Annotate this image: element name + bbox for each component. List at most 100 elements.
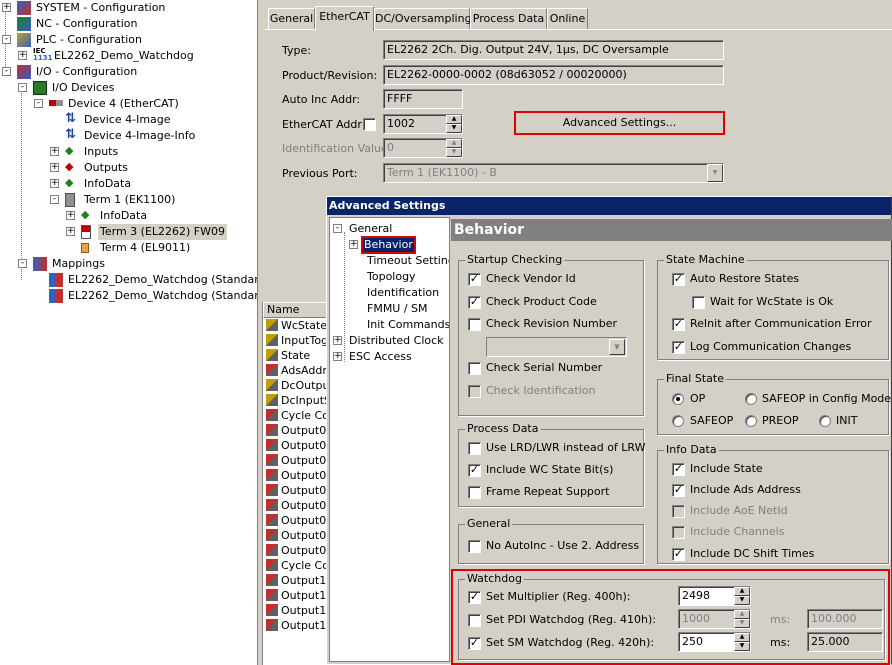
set-sm-checkbox[interactable]: ✓: [468, 637, 481, 650]
variable-list[interactable]: Name WcState InputTog State AdsAddr DcOutpu D…: [262, 302, 328, 665]
include-ads-checkbox[interactable]: ✓: [672, 484, 685, 497]
autoinc-field: FFFF: [383, 89, 463, 109]
variable-row[interactable]: Output0: [263, 513, 328, 528]
variable-name: Output0: [281, 439, 327, 452]
terminal-output-icon: [81, 225, 91, 239]
safeop-config-radio[interactable]: [745, 393, 757, 405]
tree-node-topology[interactable]: Topology: [367, 269, 416, 285]
variable-row[interactable]: Output1: [263, 603, 328, 618]
sm-input[interactable]: 250 ▲ ▼: [678, 632, 751, 652]
variable-name: Output0: [281, 484, 327, 497]
variable-row[interactable]: State: [263, 348, 328, 363]
variable-row[interactable]: Output0: [263, 498, 328, 513]
variable-row[interactable]: Output1: [263, 588, 328, 603]
system-icon: [17, 1, 31, 15]
variable-icon: [266, 499, 278, 511]
variable-row[interactable]: Output1: [263, 618, 328, 633]
check-vendor-checkbox[interactable]: ✓: [468, 273, 481, 286]
ethercat-device-icon: [49, 100, 63, 106]
ethercat-addr-checkbox[interactable]: [363, 118, 376, 131]
multiplier-spinner[interactable]: ▲ ▼: [734, 587, 750, 605]
final-state-group: Final State OP SAFEOP in Config Mode SAF…: [657, 372, 891, 435]
variable-row[interactable]: Output0: [263, 468, 328, 483]
tree-node-identification[interactable]: Identification: [367, 285, 439, 301]
tree-node-fmmu[interactable]: FMMU / SM: [367, 301, 428, 317]
tab-process-data[interactable]: Process Data: [470, 8, 547, 30]
startup-checking-group: Startup Checking ✓ Check Vendor Id ✓ Check…: [458, 253, 644, 416]
tab-ethercat[interactable]: EtherCAT: [315, 6, 374, 31]
use-lrd-checkbox[interactable]: [468, 442, 481, 455]
variable-row[interactable]: DcInputS: [263, 393, 328, 408]
variable-row[interactable]: Output0: [263, 423, 328, 438]
ethercat-addr-field[interactable]: 1002 ▲ ▼: [383, 114, 463, 134]
variable-icon: [266, 559, 278, 571]
include-ads-label: Include Ads Address: [690, 483, 801, 496]
addr-spinner[interactable]: ▲ ▼: [446, 115, 462, 133]
set-pdi-checkbox[interactable]: [468, 614, 481, 627]
multiplier-input[interactable]: 2498 ▲ ▼: [678, 586, 751, 606]
include-state-checkbox[interactable]: ✓: [672, 463, 685, 476]
pdi-input: 1000 ▲ ▼: [678, 609, 751, 629]
dialog-title: Advanced Settings: [327, 197, 891, 215]
use-lrd-label: Use LRD/LWR instead of LRW: [486, 441, 646, 454]
no-autoinc-checkbox[interactable]: [468, 540, 481, 553]
check-ident-checkbox: [468, 385, 481, 398]
variable-row[interactable]: AdsAddr: [263, 363, 328, 378]
wait-wcstate-checkbox[interactable]: [692, 296, 705, 309]
variable-icon: [266, 379, 278, 391]
revision-select: ▼: [486, 337, 627, 357]
variable-name: Output0: [281, 544, 327, 557]
set-multiplier-checkbox[interactable]: ✓: [468, 591, 481, 604]
ethercat-tab-page: Type: EL2262 2Ch. Dig. Output 24V, 1µs, …: [265, 29, 892, 204]
log-changes-checkbox[interactable]: ✓: [672, 341, 685, 354]
include-dcshift-checkbox[interactable]: ✓: [672, 548, 685, 561]
dropdown-arrow-icon: ▼: [609, 339, 625, 355]
op-radio[interactable]: [672, 393, 684, 405]
autoinc-label: Auto Inc Addr:: [282, 93, 361, 106]
init-radio[interactable]: [819, 415, 831, 427]
variable-row[interactable]: Output1: [263, 573, 328, 588]
ethercat-addr-label: EtherCAT Addr:: [282, 118, 366, 131]
check-revision-checkbox[interactable]: [468, 318, 481, 331]
variable-name: InputTog: [281, 334, 328, 347]
auto-restore-checkbox[interactable]: ✓: [672, 273, 685, 286]
variable-row[interactable]: Output0: [263, 483, 328, 498]
safeop-label: SAFEOP: [690, 414, 734, 427]
variable-row[interactable]: Output0: [263, 438, 328, 453]
reinit-checkbox[interactable]: ✓: [672, 318, 685, 331]
frame-repeat-checkbox[interactable]: [468, 486, 481, 499]
tree-node-init-commands[interactable]: Init Commands: [367, 317, 449, 333]
check-ident-label: Check Identification: [486, 384, 596, 397]
tab-general[interactable]: General: [268, 8, 315, 30]
check-product-checkbox[interactable]: ✓: [468, 296, 481, 309]
ident-field: 0 ▲ ▼: [383, 138, 463, 158]
advanced-settings-button[interactable]: Advanced Settings...: [514, 111, 725, 135]
include-wc-checkbox[interactable]: ✓: [468, 464, 481, 477]
variable-row[interactable]: Output0: [263, 528, 328, 543]
variable-row[interactable]: Cycle Co: [263, 558, 328, 573]
variable-row[interactable]: InputTog: [263, 333, 328, 348]
check-serial-checkbox[interactable]: [468, 362, 481, 375]
column-header-name[interactable]: Name: [263, 302, 328, 318]
variable-name: DcInputS: [281, 394, 328, 407]
variable-row[interactable]: DcOutpu: [263, 378, 328, 393]
reinit-label: ReInit after Communication Error: [690, 317, 872, 330]
safeop-radio[interactable]: [672, 415, 684, 427]
tree-node-term3[interactable]: + Term 3 (EL2262) FW09: [66, 224, 229, 240]
variable-row[interactable]: Output0: [263, 543, 328, 558]
settings-tree[interactable]: -General +Behavior Timeout Settings Topo…: [329, 217, 450, 662]
variable-row[interactable]: WcState: [263, 318, 328, 333]
solution-tree[interactable]: + SYSTEM - Configuration NC - Configurati…: [0, 0, 258, 665]
check-product-label: Check Product Code: [486, 295, 597, 308]
variable-row[interactable]: Output0: [263, 453, 328, 468]
type-field: EL2262 2Ch. Dig. Output 24V, 1µs, DC Ove…: [383, 40, 724, 60]
include-aoe-checkbox: [672, 505, 685, 518]
state-machine-group: State Machine ✓ Auto Restore States Wait …: [657, 253, 889, 360]
preop-radio[interactable]: [745, 415, 757, 427]
variable-row[interactable]: Cycle Co: [263, 408, 328, 423]
tree-node-timeout[interactable]: Timeout Settings: [367, 253, 449, 269]
tab-dc-oversampling[interactable]: DC/Oversampling: [374, 8, 472, 30]
sm-spinner[interactable]: ▲ ▼: [734, 633, 750, 651]
tab-online[interactable]: Online: [547, 8, 588, 30]
variable-icon: [266, 394, 278, 406]
